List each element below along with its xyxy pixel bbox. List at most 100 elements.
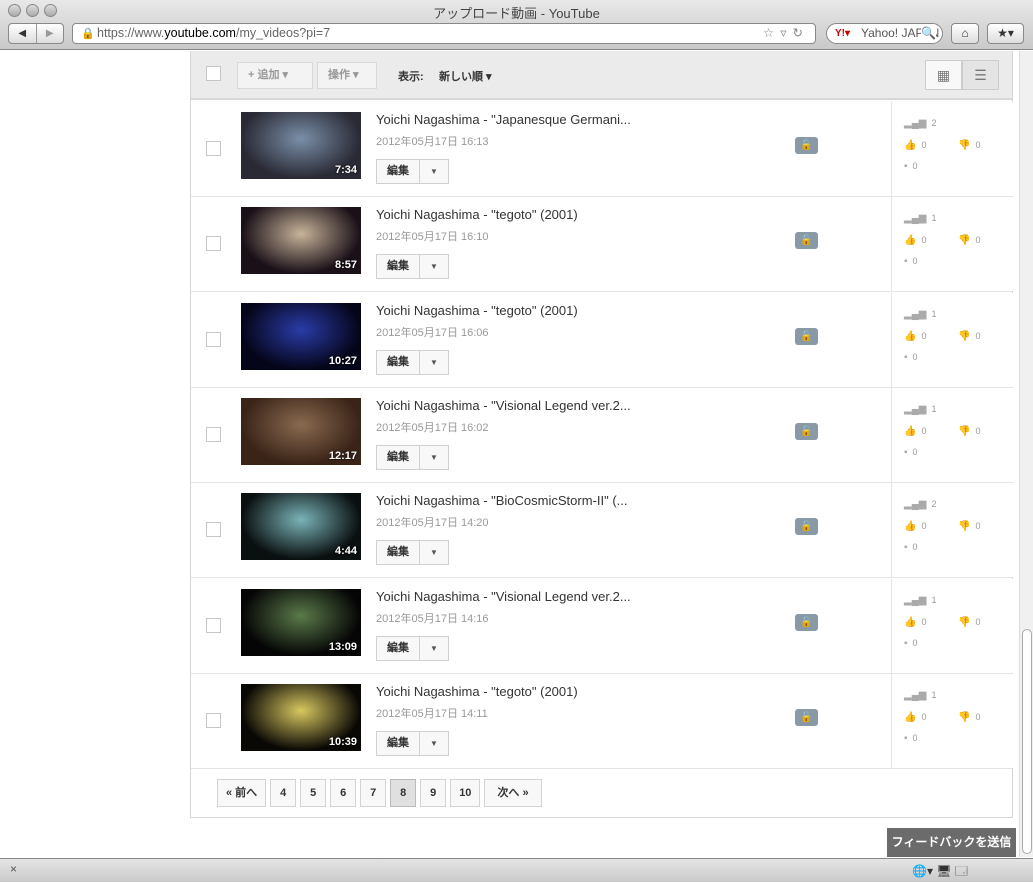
video-title-link[interactable]: Yoichi Nagashima - "Visional Legend ver.… [376, 589, 631, 604]
edit-button[interactable]: 編集 ▼ [376, 635, 449, 661]
page-10[interactable]: 10 [450, 779, 481, 807]
edit-button[interactable]: 編集 ▼ [376, 730, 449, 756]
dislike-icon: 👎 [958, 521, 971, 533]
sort-dropdown[interactable]: 新しい順 ▾ [439, 68, 492, 84]
stat-value: 0 [912, 542, 918, 553]
stat-value: 0 [912, 351, 918, 362]
views-icon: ▂▄▆ [904, 499, 927, 511]
video-thumbnail[interactable]: 8:57 [241, 207, 361, 275]
private-lock-icon[interactable]: 🔓 [795, 327, 818, 345]
views-icon: ▂▄▆ [904, 689, 927, 701]
search-icon[interactable]: 🔍 [921, 24, 936, 43]
lock-icon: 🔒 [81, 28, 95, 40]
page-6[interactable]: 6 [330, 779, 357, 807]
video-thumbnail[interactable]: 4:44 [241, 493, 361, 561]
scrollbar[interactable] [1019, 51, 1033, 857]
edit-button[interactable]: 編集 ▼ [376, 159, 449, 184]
grid-view-button[interactable]: ▦ [925, 60, 962, 90]
video-checkbox[interactable] [206, 617, 221, 633]
list-view-button[interactable]: ☰ [962, 60, 999, 90]
video-thumbnail[interactable]: 7:34 [241, 112, 361, 179]
bookmarks-button[interactable]: ★▾ [987, 23, 1024, 44]
video-row: 8:57 Yoichi Nagashima - "tegoto" (2001) … [191, 197, 1013, 293]
video-title-link[interactable]: Yoichi Nagashima - "Visional Legend ver.… [376, 398, 631, 413]
stat-value: 1 [931, 213, 937, 224]
private-lock-icon[interactable]: 🔓 [795, 232, 818, 250]
video-checkbox[interactable] [206, 426, 221, 442]
edit-dropdown-icon[interactable]: ▼ [420, 351, 448, 374]
video-title-link[interactable]: Yoichi Nagashima - "BioCosmicStorm-II" (… [376, 493, 628, 508]
video-checkbox[interactable] [206, 331, 221, 347]
back-button[interactable]: ◀ [9, 24, 36, 43]
video-title-link[interactable]: Yoichi Nagashima - "tegoto" (2001) [376, 303, 578, 318]
next-page-button[interactable]: 次へ » [484, 779, 542, 807]
page-4[interactable]: 4 [270, 779, 297, 807]
edit-button[interactable]: 編集 ▼ [376, 254, 449, 280]
video-title-link[interactable]: Yoichi Nagashima - "tegoto" (2001) [376, 207, 578, 222]
private-lock-icon[interactable]: 🔓 [795, 708, 818, 726]
stat-value: 0 [912, 161, 918, 171]
stat-value: 0 [975, 330, 981, 341]
comment-icon: ▪ [904, 637, 908, 649]
private-lock-icon[interactable]: 🔓 [795, 137, 818, 154]
video-stats: ▂▄▆ 2 👍 0 👎 0 ▪ 0 [891, 102, 1013, 196]
stat-value: 0 [921, 140, 927, 150]
private-lock-icon[interactable]: 🔓 [795, 518, 818, 536]
video-stats: ▂▄▆ 1 👍 0 👎 0 ▪ 0 [891, 673, 1013, 768]
stat-value: 2 [931, 118, 937, 128]
video-date: 2012年05月17日 16:06 [376, 326, 489, 339]
edit-dropdown-icon[interactable]: ▼ [420, 637, 448, 660]
edit-dropdown-icon[interactable]: ▼ [420, 541, 448, 564]
scrollbar-thumb[interactable] [1022, 629, 1032, 854]
edit-dropdown-icon[interactable]: ▼ [420, 732, 448, 755]
page-8-current[interactable]: 8 [390, 779, 417, 807]
add-button[interactable]: + 追加 ▾ [237, 62, 313, 89]
private-lock-icon[interactable]: 🔓 [795, 613, 818, 631]
edit-dropdown-icon[interactable]: ▼ [420, 446, 448, 469]
status-tool-icons[interactable]: 🌐▾ 🖥 🗔 [912, 862, 968, 883]
close-status-icon[interactable]: × [10, 862, 17, 876]
video-title-link[interactable]: Yoichi Nagashima - "tegoto" (2001) [376, 684, 578, 699]
video-duration: 13:09 [328, 640, 357, 653]
video-duration: 7:34 [334, 164, 357, 176]
private-lock-icon[interactable]: 🔓 [795, 422, 818, 440]
page-7[interactable]: 7 [360, 779, 387, 807]
page-9[interactable]: 9 [420, 779, 447, 807]
edit-dropdown-icon[interactable]: ▼ [420, 255, 448, 278]
video-thumbnail[interactable]: 10:39 [241, 683, 361, 751]
video-thumbnail[interactable]: 10:27 [241, 302, 361, 370]
video-stats: ▂▄▆ 1 👍 0 👎 0 ▪ 0 [891, 387, 1013, 482]
video-duration: 10:39 [328, 735, 357, 748]
stat-value: 0 [975, 425, 981, 436]
video-title-link[interactable]: Yoichi Nagashima - "Japanesque Germani..… [376, 112, 631, 127]
stat-value: 0 [921, 425, 927, 436]
actions-button[interactable]: 操作 ▾ [317, 62, 377, 89]
forward-button[interactable]: ▶ [35, 24, 64, 43]
stat-value: 0 [921, 711, 927, 722]
bookmark-star-icon[interactable]: ☆▿↻ [763, 24, 809, 43]
comment-icon: ▪ [904, 351, 908, 363]
views-icon: ▂▄▆ [904, 308, 927, 320]
stat-value: 0 [921, 235, 927, 246]
select-all-checkbox[interactable] [206, 66, 221, 81]
video-checkbox[interactable] [206, 522, 221, 538]
views-icon: ▂▄▆ [904, 118, 927, 129]
video-thumbnail[interactable]: 13:09 [241, 588, 361, 656]
search-field[interactable]: Y!▾ Yahoo! JAPAN 🔍 [826, 23, 943, 44]
edit-dropdown-icon[interactable]: ▼ [420, 160, 448, 183]
send-feedback-button[interactable]: フィードバックを送信 [887, 828, 1016, 857]
video-date: 2012年05月17日 14:16 [376, 612, 489, 625]
video-checkbox[interactable] [206, 236, 221, 252]
video-checkbox[interactable] [206, 141, 221, 156]
edit-button[interactable]: 編集 ▼ [376, 540, 449, 566]
video-thumbnail[interactable]: 12:17 [241, 397, 361, 465]
home-button[interactable]: ⌂ [951, 23, 979, 44]
page-5[interactable]: 5 [300, 779, 327, 807]
edit-button[interactable]: 編集 ▼ [376, 349, 449, 375]
video-checkbox[interactable] [206, 712, 221, 728]
address-bar[interactable]: 🔒 https://www.youtube.com/my_videos?pi=7 ☆… [72, 23, 816, 44]
prev-page-button[interactable]: « 前へ [217, 779, 267, 807]
view-label: 表示: [398, 71, 424, 83]
edit-button[interactable]: 編集 ▼ [376, 444, 449, 470]
stat-value: 0 [912, 637, 918, 648]
